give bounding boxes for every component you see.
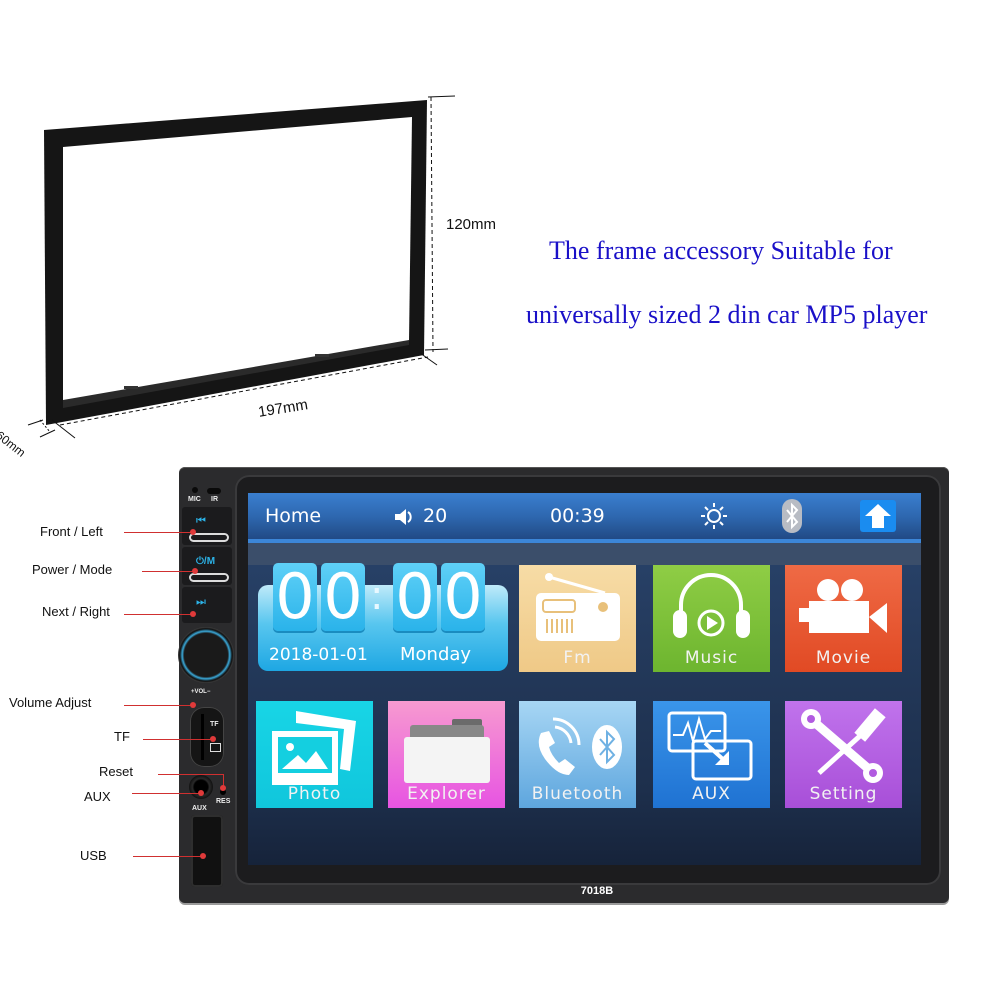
radio-icon [536,573,620,641]
usb-port[interactable] [191,815,223,887]
callout-volume-adjust: Volume Adjust [9,695,92,710]
tile-label: Setting [809,784,878,804]
tools-icon [801,708,886,783]
tf-slot[interactable]: TF [190,707,224,767]
callout-line [124,532,192,533]
res-label: RES [216,798,231,805]
height-label: 120mm [446,216,497,233]
callout-usb: USB [80,848,107,863]
model-label: 7018B [580,885,614,897]
tf-label: TF [210,721,219,728]
sun-icon[interactable] [700,502,728,530]
video-camera-icon [799,579,887,633]
mic-label: MIC [188,496,201,503]
prev-track-icon: ⏮ [196,515,206,527]
clock-minute-tens: 0 [393,563,437,631]
callout-dot [192,568,198,574]
screen-title: Home [265,505,322,527]
clock-separator: : [370,573,384,619]
tile-bluetooth[interactable]: Bluetooth [519,701,636,808]
tile-explorer[interactable]: Explorer [388,701,505,808]
tile-aux[interactable]: AUX [653,701,770,808]
clock-date: 2018-01-01 [269,645,368,665]
volume-value: 20 [423,505,448,527]
callout-next-right: Next / Right [42,604,110,619]
frame-illustration [27,95,456,439]
sd-card-icon [210,743,221,752]
button-separator [189,573,229,582]
tile-movie[interactable]: Movie [785,565,902,672]
callout-tf: TF [114,729,130,744]
power-icon: ⏻/M [196,556,216,567]
callout-dot [190,529,196,535]
clock-minute-ones: 0 [441,563,485,631]
callout-dot [190,611,196,617]
tile-fm[interactable]: Fm [519,565,636,672]
mic-hole [192,487,198,493]
photo-icon [272,711,356,785]
callout-line [158,774,224,775]
promo-line-2: universally sized 2 din car MP5 player [526,300,928,329]
ir-sensor [207,488,221,494]
callout-line [142,571,194,572]
folder-icon [404,719,490,783]
callout-line [124,705,192,706]
tile-label: Fm [563,648,592,668]
tile-photo[interactable]: Photo [256,701,373,808]
home-arrow-icon[interactable] [860,500,896,532]
callout-line [124,614,192,615]
tile-setting[interactable]: Setting [785,701,902,808]
headphones-icon [673,573,750,638]
status-bar: Home 20 00:39 [248,493,921,539]
callout-power-mode: Power / Mode [32,562,113,577]
tile-label: AUX [692,784,731,804]
tile-label: Music [684,648,739,668]
phone-bluetooth-icon [538,717,622,775]
callout-dot [190,702,196,708]
vol-label: +VOL− [191,689,211,695]
aux-input-icon [667,711,753,781]
clock-weekday: Monday [400,644,472,665]
tile-label: Movie [815,648,872,668]
promo-line-1: The frame accessory Suitable for [549,236,893,265]
callout-reset: Reset [99,764,133,779]
callout-front-left: Front / Left [40,524,103,539]
car-stereo-unit: MIC IR ⏮ ⏻/M ⏭ +VOL− TF RES AUX 7018B Ho… [178,467,949,903]
next-track-icon: ⏭ [196,596,206,608]
aux-label: AUX [192,805,207,812]
tile-label: Photo [287,784,342,804]
tf-slot-opening [201,714,204,760]
callout-line [132,793,200,794]
volume-icon[interactable] [394,507,416,527]
tile-label: Explorer [407,784,486,804]
power-mode-button[interactable]: ⏻/M [182,547,232,585]
callout-dot [198,790,204,796]
clock-hour-tens: 0 [273,563,317,631]
callout-dot [220,785,226,791]
tile-label: Bluetooth [531,784,624,804]
callout-aux: AUX [84,789,111,804]
touch-screen: Home 20 00:39 0 0: 0 0 2018-01-01 Monda… [248,493,921,865]
ir-label: IR [211,496,218,503]
callout-line [143,739,213,740]
clock-hour-ones: 0 [321,563,365,631]
tile-music[interactable]: Music [653,565,770,672]
volume-knob[interactable] [178,627,234,683]
prev-button[interactable]: ⏮ [182,507,232,545]
clock-widget[interactable]: 0 0 : 0 0 2018-01-01 Monday [258,563,508,673]
next-button[interactable]: ⏭ [182,587,232,623]
callout-line [133,856,203,857]
mounting-frame [44,100,427,425]
clock-time: 00:39 [550,505,605,527]
callout-dot [210,736,216,742]
button-separator [189,533,229,542]
callout-dot [200,853,206,859]
bluetooth-icon[interactable] [782,499,802,533]
